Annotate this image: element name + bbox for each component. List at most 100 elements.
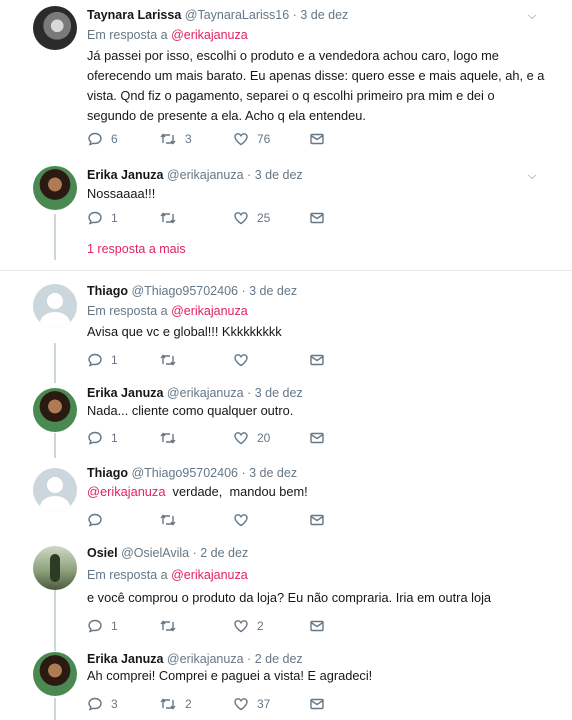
tweet[interactable]: Thiago @Thiago95702406 · 3 de dez @erika… [0, 456, 572, 536]
like-button[interactable]: 2 [233, 618, 264, 634]
mention-link[interactable]: @erikajanuza [87, 484, 165, 499]
timestamp[interactable]: 2 de dez [255, 652, 303, 666]
retweet-button[interactable] [159, 430, 177, 446]
reply-to-link[interactable]: @erikajanuza [171, 568, 248, 582]
retweet-button[interactable] [159, 210, 185, 226]
avatar[interactable] [33, 652, 77, 696]
timestamp[interactable]: 3 de dez [249, 466, 297, 480]
dm-button[interactable] [309, 352, 325, 368]
envelope-icon [310, 620, 324, 632]
like-button[interactable] [233, 352, 249, 368]
avatar[interactable] [33, 6, 77, 50]
retweet-icon [160, 354, 176, 366]
author-name[interactable]: Erika Januza [87, 652, 163, 666]
reply-button[interactable]: 1 [87, 352, 118, 368]
like-button[interactable]: 20 [233, 430, 270, 446]
retweet-button[interactable] [159, 618, 177, 634]
retweet-icon [160, 514, 176, 526]
author-handle[interactable]: @TaynaraLariss16 [185, 8, 289, 22]
separator: · [241, 466, 246, 480]
like-button[interactable]: 76 [233, 131, 270, 147]
timestamp[interactable]: 3 de dez [255, 168, 303, 182]
reply-icon [88, 431, 102, 445]
avatar[interactable] [33, 388, 77, 432]
dm-button[interactable] [309, 696, 325, 712]
avatar[interactable] [33, 468, 77, 512]
tweet-text: Nada... cliente como qualquer outro. [87, 403, 294, 418]
author-name[interactable]: Erika Januza [87, 168, 163, 182]
author-name[interactable]: Taynara Larissa [87, 8, 181, 22]
retweet-button[interactable] [159, 352, 177, 368]
dm-button[interactable] [309, 512, 325, 528]
like-button[interactable] [233, 512, 249, 528]
tweet-header: Erika Januza @erikajanuza · 3 de dez [87, 386, 303, 400]
timestamp[interactable]: 2 de dez [200, 546, 248, 560]
reply-to-link[interactable]: @erikajanuza [171, 28, 248, 42]
tweet[interactable]: Erika Januza @erikajanuza · 3 de dez ⌵ N… [0, 160, 572, 270]
avatar[interactable] [33, 546, 77, 590]
reply-context: Em resposta a @erikajanuza [87, 28, 248, 42]
reply-button[interactable]: 6 [87, 131, 118, 147]
tweet-text: e você comprou o produto da loja? Eu não… [87, 590, 492, 605]
reply-prefix: Em resposta a [87, 568, 168, 582]
author-name[interactable]: Thiago [87, 284, 128, 298]
tweet-actions: 6 3 76 [87, 131, 347, 147]
heart-icon [234, 354, 248, 367]
reply-prefix: Em resposta a [87, 28, 168, 42]
dm-button[interactable] [309, 618, 325, 634]
heart-icon [234, 514, 248, 527]
separator: · [192, 546, 197, 560]
tweet[interactable]: Erika Januza @erikajanuza · 2 de dez Ah … [0, 648, 572, 720]
author-handle[interactable]: @OsielAvila [121, 546, 189, 560]
retweet-button[interactable]: 2 [159, 696, 192, 712]
author-name[interactable]: Osiel [87, 546, 118, 560]
tweet-text: Avisa que vc e global!!! Kkkkkkkkk [87, 324, 282, 339]
author-name[interactable]: Thiago [87, 466, 128, 480]
author-handle[interactable]: @erikajanuza [167, 386, 244, 400]
retweet-count: 3 [185, 132, 192, 146]
reply-button[interactable]: 3 [87, 696, 118, 712]
timestamp[interactable]: 3 de dez [300, 8, 348, 22]
chevron-down-icon[interactable]: ⌵ [528, 170, 536, 183]
tweet[interactable]: Erika Januza @erikajanuza · 3 de dez Nad… [0, 378, 572, 456]
author-handle[interactable]: @Thiago95702406 [131, 466, 238, 480]
dm-button[interactable] [309, 210, 325, 226]
show-more-replies[interactable]: 1 resposta a mais [87, 242, 186, 256]
reply-button[interactable]: 1 [87, 618, 118, 634]
tweet-text: Ah comprei! Comprei e paguei a vista! E … [87, 668, 373, 683]
retweet-button[interactable] [159, 512, 177, 528]
tweet[interactable]: Osiel @OsielAvila · 2 de dez Em resposta… [0, 538, 572, 638]
tweet-actions [87, 512, 347, 528]
tweet[interactable]: Taynara Larissa @TaynaraLariss16 · 3 de … [0, 0, 572, 160]
timestamp[interactable]: 3 de dez [255, 386, 303, 400]
author-name[interactable]: Erika Januza [87, 386, 163, 400]
divider [0, 270, 572, 271]
author-handle[interactable]: @erikajanuza [167, 168, 244, 182]
dm-button[interactable] [309, 131, 325, 147]
tweet-text: Nossaaaa!!! [87, 186, 156, 201]
reply-to-link[interactable]: @erikajanuza [171, 304, 248, 318]
dm-button[interactable] [309, 430, 325, 446]
author-handle[interactable]: @Thiago95702406 [131, 284, 238, 298]
like-button[interactable]: 37 [233, 696, 270, 712]
chevron-down-icon[interactable]: ⌵ [528, 10, 536, 23]
reply-count: 3 [111, 697, 118, 711]
avatar[interactable] [33, 284, 77, 328]
heart-icon [234, 698, 248, 711]
envelope-icon [310, 698, 324, 710]
separator: · [241, 284, 246, 298]
reply-button[interactable] [87, 512, 103, 528]
reply-button[interactable]: 1 [87, 210, 118, 226]
retweet-icon [160, 133, 176, 145]
timestamp[interactable]: 3 de dez [249, 284, 297, 298]
reply-icon [88, 513, 102, 527]
avatar[interactable] [33, 166, 77, 210]
reply-context: Em resposta a @erikajanuza [87, 304, 248, 318]
retweet-button[interactable]: 3 [159, 131, 192, 147]
author-handle[interactable]: @erikajanuza [167, 652, 244, 666]
tweet-actions: 1 25 [87, 210, 347, 226]
reply-button[interactable]: 1 [87, 430, 118, 446]
tweet[interactable]: Thiago @Thiago95702406 · 3 de dez Em res… [0, 278, 572, 376]
like-button[interactable]: 25 [233, 210, 270, 226]
retweet-icon [160, 212, 176, 224]
